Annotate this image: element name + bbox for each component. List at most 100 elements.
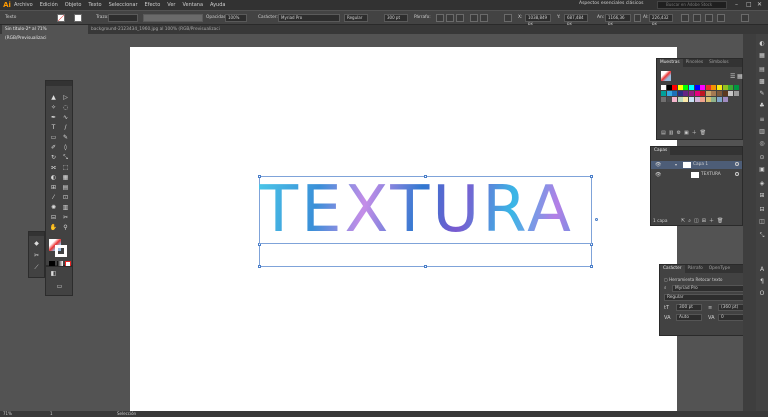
handle-bottom-right[interactable] (590, 265, 593, 268)
color-swatch[interactable] (666, 91, 672, 96)
tab-opentype[interactable]: OpenType (706, 265, 733, 273)
color-swatch[interactable] (700, 85, 706, 90)
visibility-eye-icon[interactable]: 👁 (655, 162, 661, 168)
line-tool-icon[interactable]: / (61, 124, 70, 132)
color-swatch[interactable] (672, 91, 678, 96)
stock-search-input[interactable]: Buscar en Adobe Stock (657, 1, 727, 9)
magic-wand-icon[interactable]: ✧ (49, 104, 58, 112)
artboard-tool-icon[interactable]: ⊟ (49, 214, 58, 222)
transform-icon[interactable] (681, 14, 689, 22)
opentype-icon[interactable]: O (758, 290, 766, 297)
properties-icon[interactable]: ▤ (758, 66, 766, 73)
color-swatch[interactable] (677, 85, 683, 90)
color-swatch[interactable] (694, 91, 700, 96)
sublayer-row[interactable]: 👁 TEXTURA (651, 171, 742, 179)
list-view-icon[interactable]: ☰ (730, 73, 735, 80)
tab-simbolos[interactable]: Símbolos (706, 59, 732, 67)
color-swatch[interactable] (677, 97, 683, 102)
color-swatch[interactable] (683, 85, 689, 90)
scissors-icon[interactable]: ✂ (32, 252, 41, 260)
pathfinder-icon[interactable]: ◫ (758, 218, 766, 225)
font-style-field[interactable]: Regular (344, 14, 368, 22)
leading-field[interactable]: (360 pt) (718, 304, 746, 311)
tab-parrafo[interactable]: Párrafo (685, 265, 706, 273)
color-swatch[interactable] (700, 91, 706, 96)
color-swatch[interactable] (672, 85, 678, 90)
tab-caracter[interactable]: Carácter (660, 265, 685, 273)
color-swatch[interactable] (689, 85, 694, 90)
rectangle-tool-icon[interactable]: ▭ (49, 134, 58, 142)
mesh-tool-icon[interactable]: ⊞ (49, 184, 58, 192)
color-swatch[interactable] (717, 97, 722, 102)
new-swatch-icon[interactable]: ＋ (692, 130, 700, 136)
status-mode[interactable]: Selección (117, 411, 136, 416)
color-swatch[interactable] (722, 97, 728, 102)
scale-tool-icon[interactable]: ⤡ (61, 154, 70, 162)
align-center-icon[interactable] (446, 14, 454, 22)
color-swatch[interactable] (689, 91, 694, 96)
tab-document-2[interactable]: background-2123434_1960.jpg al 100% (RGB… (88, 25, 228, 34)
font-field[interactable]: Myriad Pro (278, 14, 340, 22)
workspace-switcher[interactable]: Aspectos esenciales clásicos (579, 1, 643, 6)
artboard-number[interactable]: 1 (50, 411, 53, 416)
direct-selection-icon[interactable]: ▷ (61, 94, 70, 102)
menu-ventana[interactable]: Ventana (182, 2, 203, 8)
color-swatch[interactable] (728, 91, 734, 96)
width-field[interactable]: 1166,36 px (605, 14, 631, 26)
close-icon[interactable]: ✕ (757, 1, 762, 8)
menu-seleccionar[interactable]: Seleccionar (109, 2, 138, 8)
font-size-field[interactable]: 300 pt (676, 304, 702, 311)
align-right-icon[interactable] (456, 14, 464, 22)
recolor-icon[interactable] (705, 14, 713, 22)
transform-icon[interactable]: ⤡ (758, 232, 766, 240)
font-style-field[interactable]: Regular (664, 294, 748, 301)
color-swatch[interactable] (705, 97, 711, 102)
zoom-tool-icon[interactable]: ⚲ (61, 224, 70, 232)
slice-tool-icon[interactable]: ✂ (61, 214, 70, 222)
color-swatch[interactable] (717, 85, 722, 90)
align-icon[interactable]: ⊟ (758, 206, 766, 213)
symbol-sprayer-icon[interactable]: ✺ (49, 204, 58, 212)
font-search-icon[interactable]: ⌕ (664, 286, 666, 291)
active-fill-swatch[interactable] (661, 71, 671, 81)
zoom-level[interactable]: 71% (3, 411, 12, 416)
color-group-icon[interactable]: ▣ (684, 130, 692, 136)
align-objects-icon[interactable] (470, 14, 478, 22)
color-swatch[interactable] (677, 91, 683, 96)
secondary-tools-header[interactable] (29, 232, 44, 236)
color-swatch[interactable] (694, 85, 700, 90)
symbols-icon[interactable]: ♣ (758, 102, 766, 109)
stroke-icon[interactable]: ≡ (758, 116, 766, 123)
eyedropper-icon[interactable]: ⁄ (49, 194, 58, 202)
color-swatch[interactable] (661, 97, 666, 102)
artboards-icon[interactable]: ⊞ (758, 192, 766, 199)
menu-archivo[interactable]: Archivo (14, 2, 33, 8)
new-layer-icon[interactable]: ＋ (709, 218, 717, 224)
color-swatch[interactable] (661, 85, 666, 90)
blend-tool-icon[interactable]: ⊡ (61, 194, 70, 202)
clipping-mask-icon[interactable]: ◫ (694, 218, 702, 224)
color-panel-icon[interactable]: ◐ (758, 40, 766, 47)
selection-tool-icon[interactable]: ▲ (49, 94, 58, 102)
graphic-styles-icon[interactable]: ▣ (758, 166, 766, 173)
swatch-library-icon[interactable]: ▤ (661, 130, 669, 136)
font-size-field[interactable]: 300 pt (384, 14, 408, 22)
graph-tool-icon[interactable]: ▥ (61, 204, 70, 212)
color-swatch[interactable] (722, 85, 728, 90)
reference-point-icon[interactable] (504, 14, 512, 22)
link-proportions-icon[interactable] (634, 14, 641, 22)
curvature-icon[interactable]: ∿ (61, 114, 70, 122)
color-swatch[interactable] (672, 97, 678, 102)
knife-icon[interactable]: ⟋ (32, 264, 41, 272)
color-swatch[interactable] (711, 85, 717, 90)
color-swatch[interactable] (705, 91, 711, 96)
variable-width-field[interactable] (143, 14, 203, 22)
perspective-grid-icon[interactable]: ▦ (61, 174, 70, 182)
hand-tool-icon[interactable]: ✋ (49, 224, 58, 232)
color-swatch[interactable] (705, 85, 711, 90)
minimize-icon[interactable]: – (735, 1, 738, 8)
screen-mode-icon[interactable]: ▭ (55, 283, 64, 291)
kerning-field[interactable]: Auto (676, 314, 702, 321)
menu-ayuda[interactable]: Ayuda (210, 2, 225, 8)
sublayer-name[interactable]: TEXTURA (701, 172, 721, 177)
